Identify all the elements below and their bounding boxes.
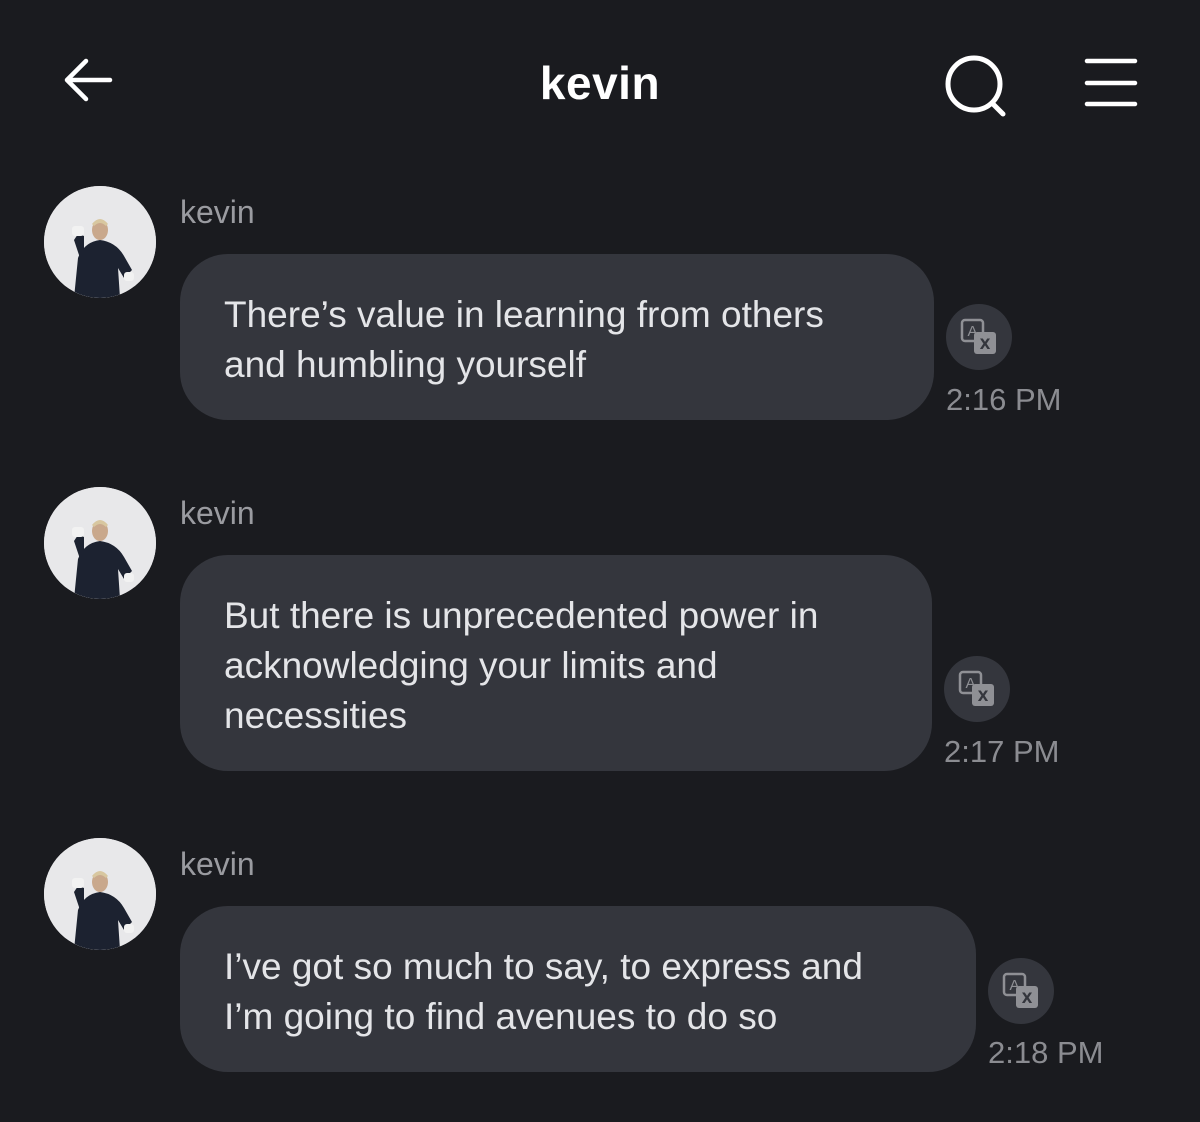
translate-icon: A X [960,318,996,354]
message-text-line: necessities [224,695,408,736]
avatar[interactable] [44,487,156,599]
message-bubble[interactable]: I’ve got so much to say, to express and … [180,906,976,1072]
translate-icon: A X [1002,972,1038,1008]
message-bubble[interactable]: But there is unprecedented power in ackn… [180,555,932,771]
svg-text:X: X [1022,991,1033,1007]
message-timestamp: 2:16 PM [946,382,1062,417]
message-timestamp: 2:17 PM [944,734,1060,769]
menu-icon [1084,58,1138,107]
message-timestamp: 2:18 PM [988,1035,1104,1070]
chat-header: kevin [0,0,1200,160]
avatar[interactable] [44,838,156,950]
avatar-image [44,838,156,950]
translate-button[interactable]: A X [944,656,1010,722]
message-text-line: I’ve got so much to say, to express and [224,946,863,987]
message-text-line: acknowledging your limits and [224,645,718,686]
search-icon [945,55,1006,117]
avatar-image [44,186,156,298]
message-text-line: There’s value in learning from others [224,294,824,335]
message-text-line: and humbling yourself [224,344,586,385]
translate-button[interactable]: A X [946,304,1012,370]
sender-name: kevin [180,194,255,230]
message-text-line: But there is unprecedented power in [224,595,819,636]
sender-name: kevin [180,846,255,882]
sender-name: kevin [180,495,255,531]
translate-button[interactable]: A X [988,958,1054,1024]
message-bubble[interactable]: There’s value in learning from others an… [180,254,934,420]
svg-text:X: X [978,689,989,705]
avatar[interactable] [44,186,156,298]
chat-screen: kevin kevin There’s value in learning fr… [0,0,1200,1122]
message-text-line: I’m going to find avenues to do so [224,996,778,1037]
svg-text:X: X [980,337,991,353]
menu-button[interactable] [1080,52,1142,114]
chat-title: kevin [539,57,661,109]
search-button[interactable] [940,50,1012,122]
translate-icon: A X [958,670,994,706]
avatar-image [44,487,156,599]
